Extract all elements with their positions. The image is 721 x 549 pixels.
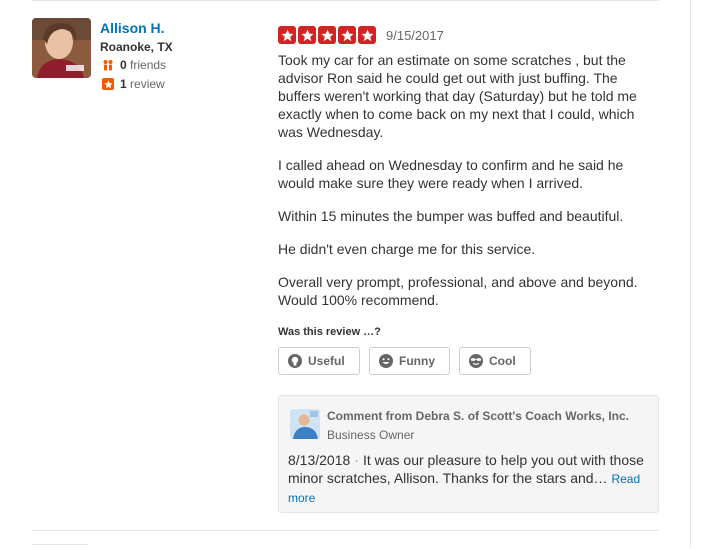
separator-dot: ·	[354, 452, 359, 468]
business-owner-comment: Comment from Debra S. of Scott's Coach W…	[278, 395, 659, 513]
star-rating	[278, 26, 376, 44]
bottom-divider	[32, 530, 659, 531]
friends-stat: 0 friends	[102, 58, 166, 72]
cool-label: Cool	[489, 354, 516, 368]
reviews-count: 1	[120, 77, 127, 91]
sunglasses-icon	[468, 353, 484, 369]
top-divider	[32, 0, 659, 1]
comment-from: Comment from Debra S. of Scott's Coach W…	[327, 409, 630, 423]
comment-text: 8/13/2018 · It was our pleasure to help yo…	[288, 451, 648, 507]
friends-label: friends	[130, 58, 167, 72]
lightbulb-icon	[287, 353, 303, 369]
star-icon	[278, 26, 296, 44]
user-name-link[interactable]: Allison H.	[100, 20, 165, 36]
comment-date: 8/13/2018	[288, 452, 351, 468]
review-paragraph: Took my car for an estimate on some scra…	[278, 52, 637, 140]
review-date: 9/15/2017	[386, 28, 444, 43]
star-icon	[298, 26, 316, 44]
useful-button[interactable]: Useful	[278, 347, 360, 375]
next-review-edge	[32, 544, 88, 549]
reviews-label: review	[130, 77, 165, 91]
review-paragraph: I called ahead on Wednesday to confirm a…	[278, 157, 624, 191]
star-icon	[358, 26, 376, 44]
friends-icon	[102, 59, 114, 71]
useful-label: Useful	[308, 354, 345, 368]
owner-avatar[interactable]	[290, 409, 320, 439]
star-icon	[338, 26, 356, 44]
funny-button[interactable]: Funny	[369, 347, 450, 375]
review-star-icon	[102, 78, 114, 90]
user-location: Roanoke, TX	[100, 40, 173, 54]
review-paragraph: Overall very prompt, professional, and a…	[278, 274, 638, 308]
right-divider	[690, 0, 691, 548]
owner-role: Business Owner	[327, 428, 415, 442]
review-paragraph: Within 15 minutes the bumper was buffed …	[278, 208, 624, 224]
review-text: Took my car for an estimate on some scra…	[278, 51, 658, 324]
cool-button[interactable]: Cool	[459, 347, 531, 375]
funny-label: Funny	[399, 354, 435, 368]
reviews-stat: 1 review	[102, 77, 165, 91]
user-avatar[interactable]	[32, 18, 91, 78]
friends-count: 0	[120, 58, 127, 72]
smile-icon	[378, 353, 394, 369]
review-paragraph: He didn't even charge me for this servic…	[278, 241, 536, 257]
vote-question: Was this review …?	[278, 326, 381, 338]
star-icon	[318, 26, 336, 44]
